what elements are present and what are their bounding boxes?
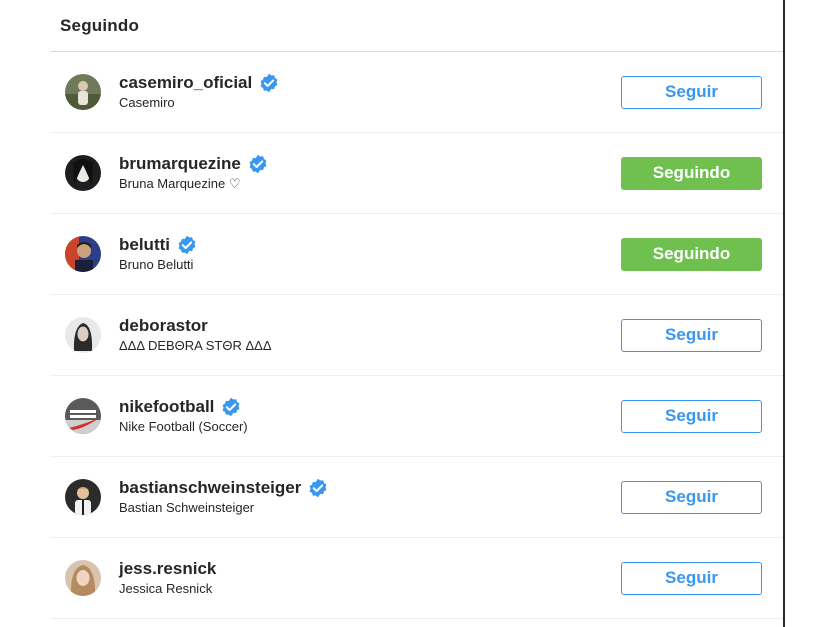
list-item: deborastor ΔΔΔ DEBΘRA STΘR ΔΔΔ Seguir — [50, 295, 783, 376]
verified-badge-icon — [221, 397, 241, 417]
verified-badge-icon — [259, 73, 279, 93]
username-link[interactable]: nikefootball — [119, 397, 214, 417]
full-name: Bastian Schweinsteiger — [119, 500, 255, 515]
list-item: nikefootball Nike Football (Soccer) Segu… — [50, 376, 783, 457]
list-item: brumarquezine Bruna Marquezine ♡ Seguind… — [50, 133, 783, 214]
avatar[interactable] — [65, 479, 101, 515]
panel-header: Seguindo — [50, 0, 783, 52]
avatar[interactable] — [65, 155, 101, 191]
full-name: Nike Football (Soccer) — [119, 419, 248, 434]
following-button[interactable]: Seguindo — [621, 156, 762, 190]
full-name: Bruno Belutti — [119, 257, 194, 272]
follow-button[interactable]: Seguir — [621, 75, 762, 109]
avatar[interactable] — [65, 560, 101, 596]
follow-button[interactable]: Seguir — [621, 480, 762, 514]
list-item: jess.resnick Jessica Resnick Seguir — [50, 538, 783, 619]
panel-title: Seguindo — [60, 15, 140, 35]
avatar[interactable] — [65, 398, 101, 434]
username-link[interactable]: deborastor — [119, 316, 208, 336]
username-link[interactable]: brumarquezine — [119, 154, 241, 174]
verified-badge-icon — [248, 154, 268, 174]
list-item: belutti Bruno Belutti Seguindo — [50, 214, 783, 295]
follow-button[interactable]: Seguir — [621, 318, 762, 352]
verified-badge-icon — [308, 478, 328, 498]
username-link[interactable]: belutti — [119, 235, 170, 255]
username-link[interactable]: bastianschweinsteiger — [119, 478, 301, 498]
following-button[interactable]: Seguindo — [621, 237, 762, 271]
following-panel: Seguindo casemiro_oficial Casemiro Segui… — [50, 0, 785, 627]
list-item: casemiro_oficial Casemiro Seguir — [50, 52, 783, 133]
full-name: Casemiro — [119, 95, 175, 110]
follow-button[interactable]: Seguir — [621, 561, 762, 595]
username-link[interactable]: jess.resnick — [119, 559, 216, 579]
username-link[interactable]: casemiro_oficial — [119, 73, 252, 93]
following-list[interactable]: casemiro_oficial Casemiro Seguir brumarq… — [50, 52, 783, 619]
full-name: Jessica Resnick — [119, 581, 213, 596]
avatar[interactable] — [65, 317, 101, 353]
verified-badge-icon — [177, 235, 197, 255]
avatar[interactable] — [65, 74, 101, 110]
follow-button[interactable]: Seguir — [621, 399, 762, 433]
full-name: Bruna Marquezine ♡ — [119, 176, 241, 191]
full-name: ΔΔΔ DEBΘRA STΘR ΔΔΔ — [119, 338, 272, 353]
avatar[interactable] — [65, 236, 101, 272]
list-item: bastianschweinsteiger Bastian Schweinste… — [50, 457, 783, 538]
